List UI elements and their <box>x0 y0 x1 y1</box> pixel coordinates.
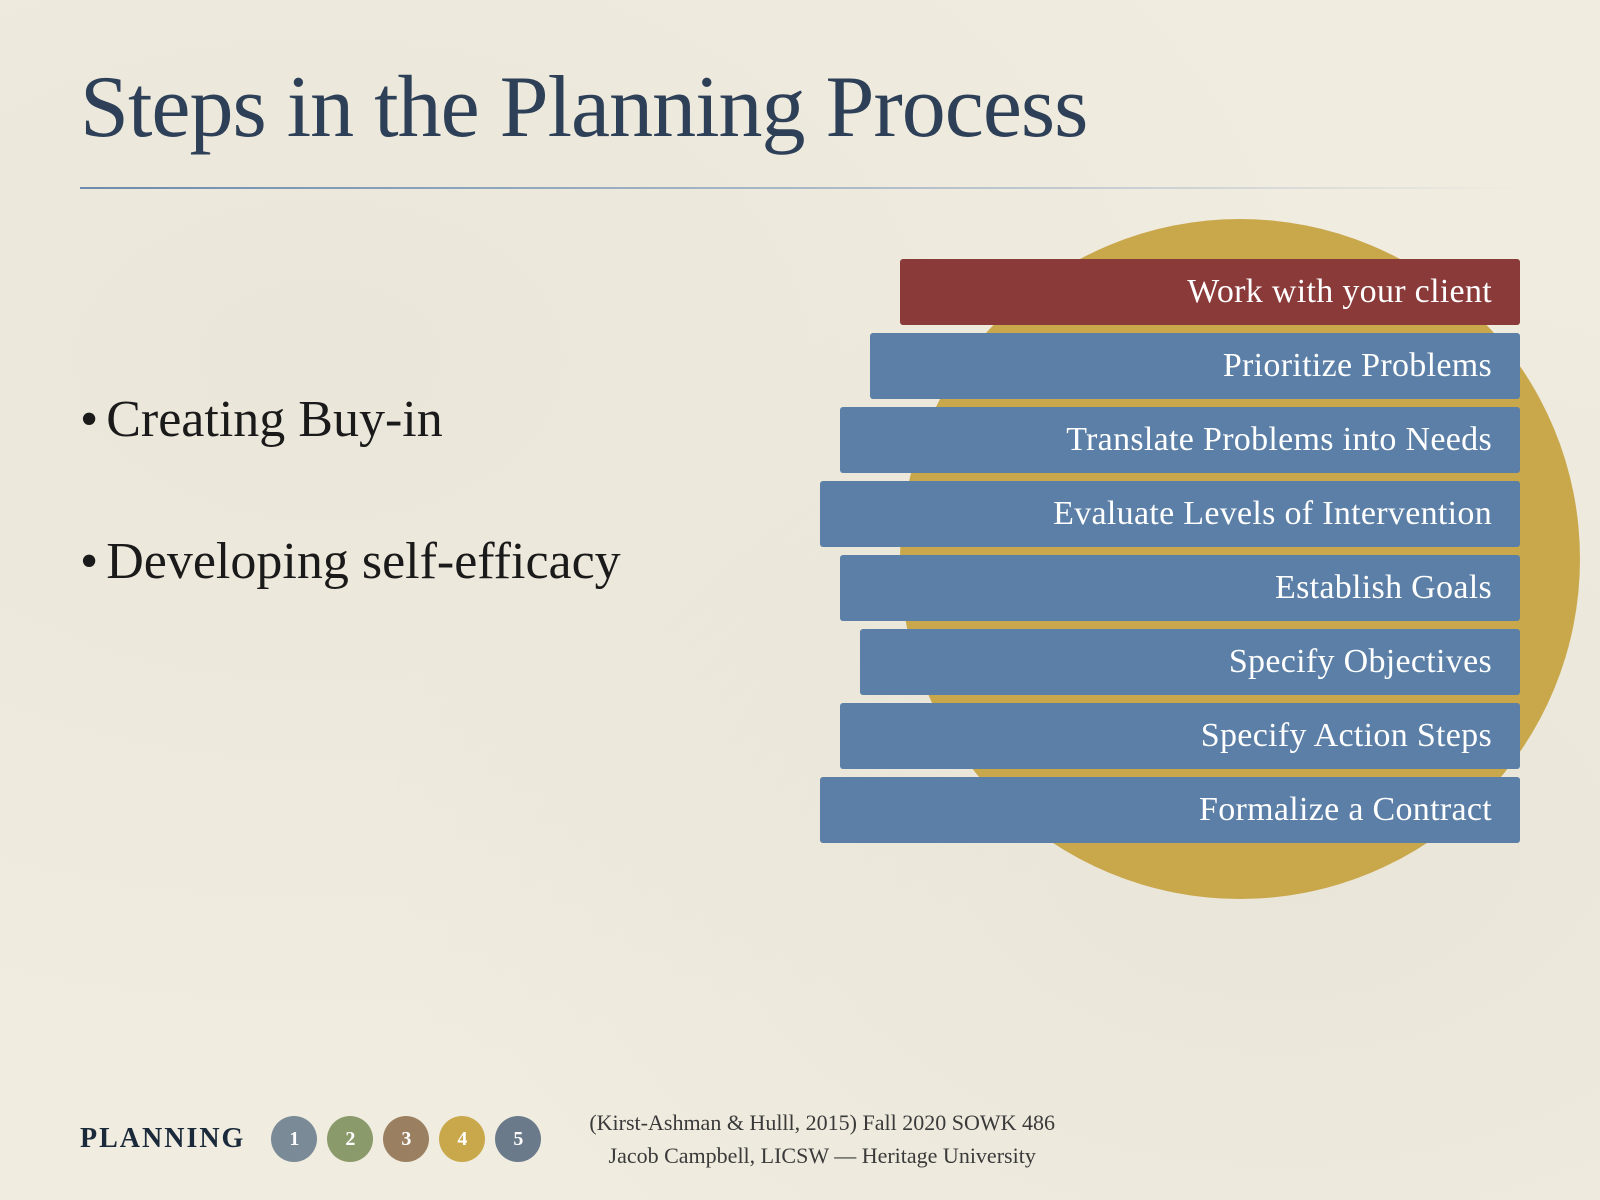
bullet-developing-self-efficacy: Developing self-efficacy <box>80 531 640 593</box>
step-formalize-contract: Formalize a Contract <box>820 777 1520 843</box>
footer: PLANNING 1 2 3 4 5 (Kirst-Ashman & Hulll… <box>0 1106 1600 1172</box>
step-row-1: Prioritize Problems <box>680 333 1520 399</box>
right-panel: Work with your client Prioritize Problem… <box>680 249 1520 949</box>
step-row-4: Establish Goals <box>680 555 1520 621</box>
footer-citation: (Kirst-Ashman & Hulll, 2015) Fall 2020 S… <box>589 1106 1055 1172</box>
step-row-6: Specify Action Steps <box>680 703 1520 769</box>
page-dots: 1 2 3 4 5 <box>271 1116 541 1162</box>
content-area: Creating Buy-in Developing self-efficacy… <box>80 249 1520 949</box>
divider <box>80 187 1520 189</box>
slide-container: Steps in the Planning Process Creating B… <box>0 0 1600 1200</box>
step-specify-action-steps: Specify Action Steps <box>840 703 1520 769</box>
step-work-with-client: Work with your client <box>900 259 1520 325</box>
bullet-creating-buy-in: Creating Buy-in <box>80 389 640 451</box>
left-panel: Creating Buy-in Developing self-efficacy <box>80 249 640 674</box>
step-specify-objectives: Specify Objectives <box>860 629 1520 695</box>
step-row-5: Specify Objectives <box>680 629 1520 695</box>
dot-5[interactable]: 5 <box>495 1116 541 1162</box>
dot-2[interactable]: 2 <box>327 1116 373 1162</box>
dot-3[interactable]: 3 <box>383 1116 429 1162</box>
step-establish-goals: Establish Goals <box>840 555 1520 621</box>
step-row-7: Formalize a Contract <box>680 777 1520 843</box>
slide-title: Steps in the Planning Process <box>80 60 1520 157</box>
planning-label: PLANNING <box>80 1123 245 1155</box>
dot-1[interactable]: 1 <box>271 1116 317 1162</box>
steps-container: Work with your client Prioritize Problem… <box>680 249 1520 851</box>
step-translate-problems: Translate Problems into Needs <box>840 407 1520 473</box>
step-row-3: Evaluate Levels of Intervention <box>680 481 1520 547</box>
step-evaluate-levels: Evaluate Levels of Intervention <box>820 481 1520 547</box>
dot-4[interactable]: 4 <box>439 1116 485 1162</box>
step-row-0: Work with your client <box>680 259 1520 325</box>
step-prioritize-problems: Prioritize Problems <box>870 333 1520 399</box>
step-row-2: Translate Problems into Needs <box>680 407 1520 473</box>
